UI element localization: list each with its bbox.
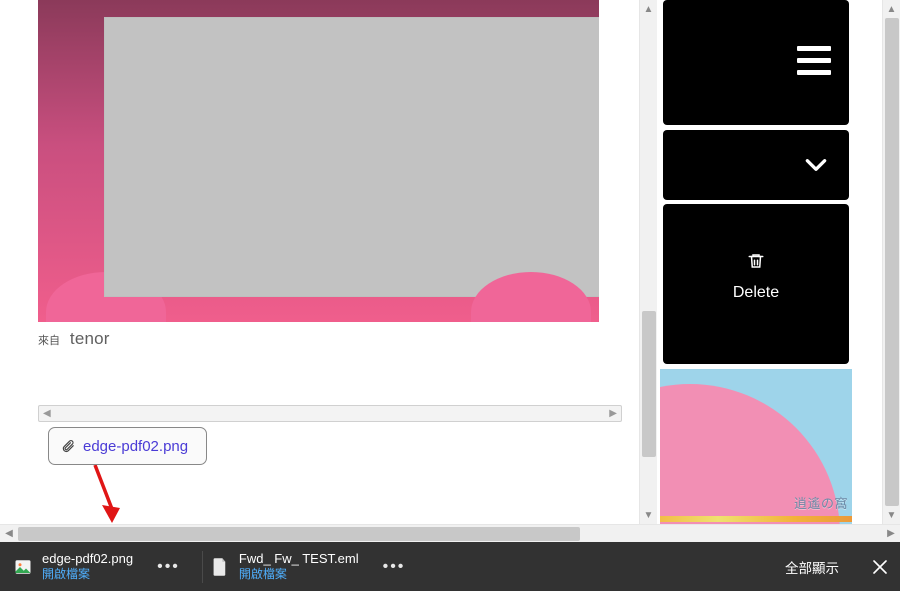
close-download-bar-button[interactable] [860, 542, 900, 591]
download-item-1[interactable]: Fwd_ Fw_ TEST.eml 開啟檔案 [207, 542, 365, 591]
scroll-thumb[interactable] [642, 311, 656, 457]
source-prefix: 來自 [38, 335, 60, 347]
scroll-down-icon[interactable]: ▼ [640, 506, 657, 524]
banner-watermark: 逍遙の窩 [794, 493, 848, 512]
page-scroll-thumb[interactable] [885, 18, 899, 506]
gif-placeholder [104, 17, 599, 297]
content-horizontal-scrollbar[interactable]: ◀ ▶ [38, 405, 622, 422]
page-horizontal-scrollbar[interactable]: ◀ ▶ [0, 524, 900, 542]
trash-icon [747, 252, 765, 270]
page-scroll-up-icon[interactable]: ▲ [883, 0, 900, 18]
download-bar: edge-pdf02.png 開啟檔案 ••• Fwd_ Fw_ TEST.em… [0, 542, 900, 591]
download-filename: Fwd_ Fw_ TEST.eml [239, 551, 359, 567]
scroll-up-icon[interactable]: ▲ [640, 0, 657, 18]
scroll-track[interactable] [640, 18, 657, 506]
source-name: tenor [70, 329, 110, 348]
page-scroll-left-icon[interactable]: ◀ [0, 525, 18, 542]
download-filename: edge-pdf02.png [42, 551, 133, 567]
scroll-left-icon[interactable]: ◀ [43, 409, 51, 419]
download-separator [202, 551, 203, 583]
content-viewport: 來自 tenor ◀ ▶ edge-pdf02.png [2, 0, 638, 524]
annotation-arrow-icon [87, 465, 127, 523]
page-xscroll-thumb[interactable] [18, 527, 580, 541]
generic-file-icon [211, 556, 229, 578]
delete-label: Delete [733, 284, 779, 302]
download-item-1-menu[interactable]: ••• [365, 558, 424, 576]
page-scroll-down-icon[interactable]: ▼ [883, 506, 900, 524]
download-item-0-menu[interactable]: ••• [139, 558, 198, 576]
page-vertical-scrollbar[interactable]: ▲ ▼ [882, 0, 900, 524]
close-icon [873, 560, 887, 574]
side-panel-delete: Delete [663, 204, 849, 364]
download-open-link[interactable]: 開啟檔案 [42, 567, 133, 582]
download-open-link[interactable]: 開啟檔案 [239, 567, 359, 582]
banner-strip [660, 516, 852, 522]
download-item-0[interactable]: edge-pdf02.png 開啟檔案 [10, 542, 139, 591]
attachment-filename: edge-pdf02.png [83, 438, 188, 455]
expand-toggle[interactable] [803, 152, 829, 178]
side-panel-mid [663, 130, 849, 200]
gif-source-line: 來自 tenor [38, 329, 110, 351]
delete-button[interactable]: Delete [663, 252, 849, 302]
paperclip-icon [61, 439, 75, 453]
page-scroll-right-icon[interactable]: ▶ [882, 525, 900, 542]
embedded-gif[interactable] [38, 0, 599, 322]
image-file-icon [14, 556, 32, 578]
side-panel-top [663, 0, 849, 125]
show-all-downloads-button[interactable]: 全部顯示 [772, 551, 852, 583]
attachment-chip[interactable]: edge-pdf02.png [48, 427, 207, 465]
content-vertical-scrollbar[interactable]: ▲ ▼ [639, 0, 657, 524]
scroll-right-icon[interactable]: ▶ [609, 409, 617, 419]
promo-banner[interactable]: 逍遙の窩 [660, 369, 852, 524]
menu-button[interactable] [797, 46, 831, 75]
